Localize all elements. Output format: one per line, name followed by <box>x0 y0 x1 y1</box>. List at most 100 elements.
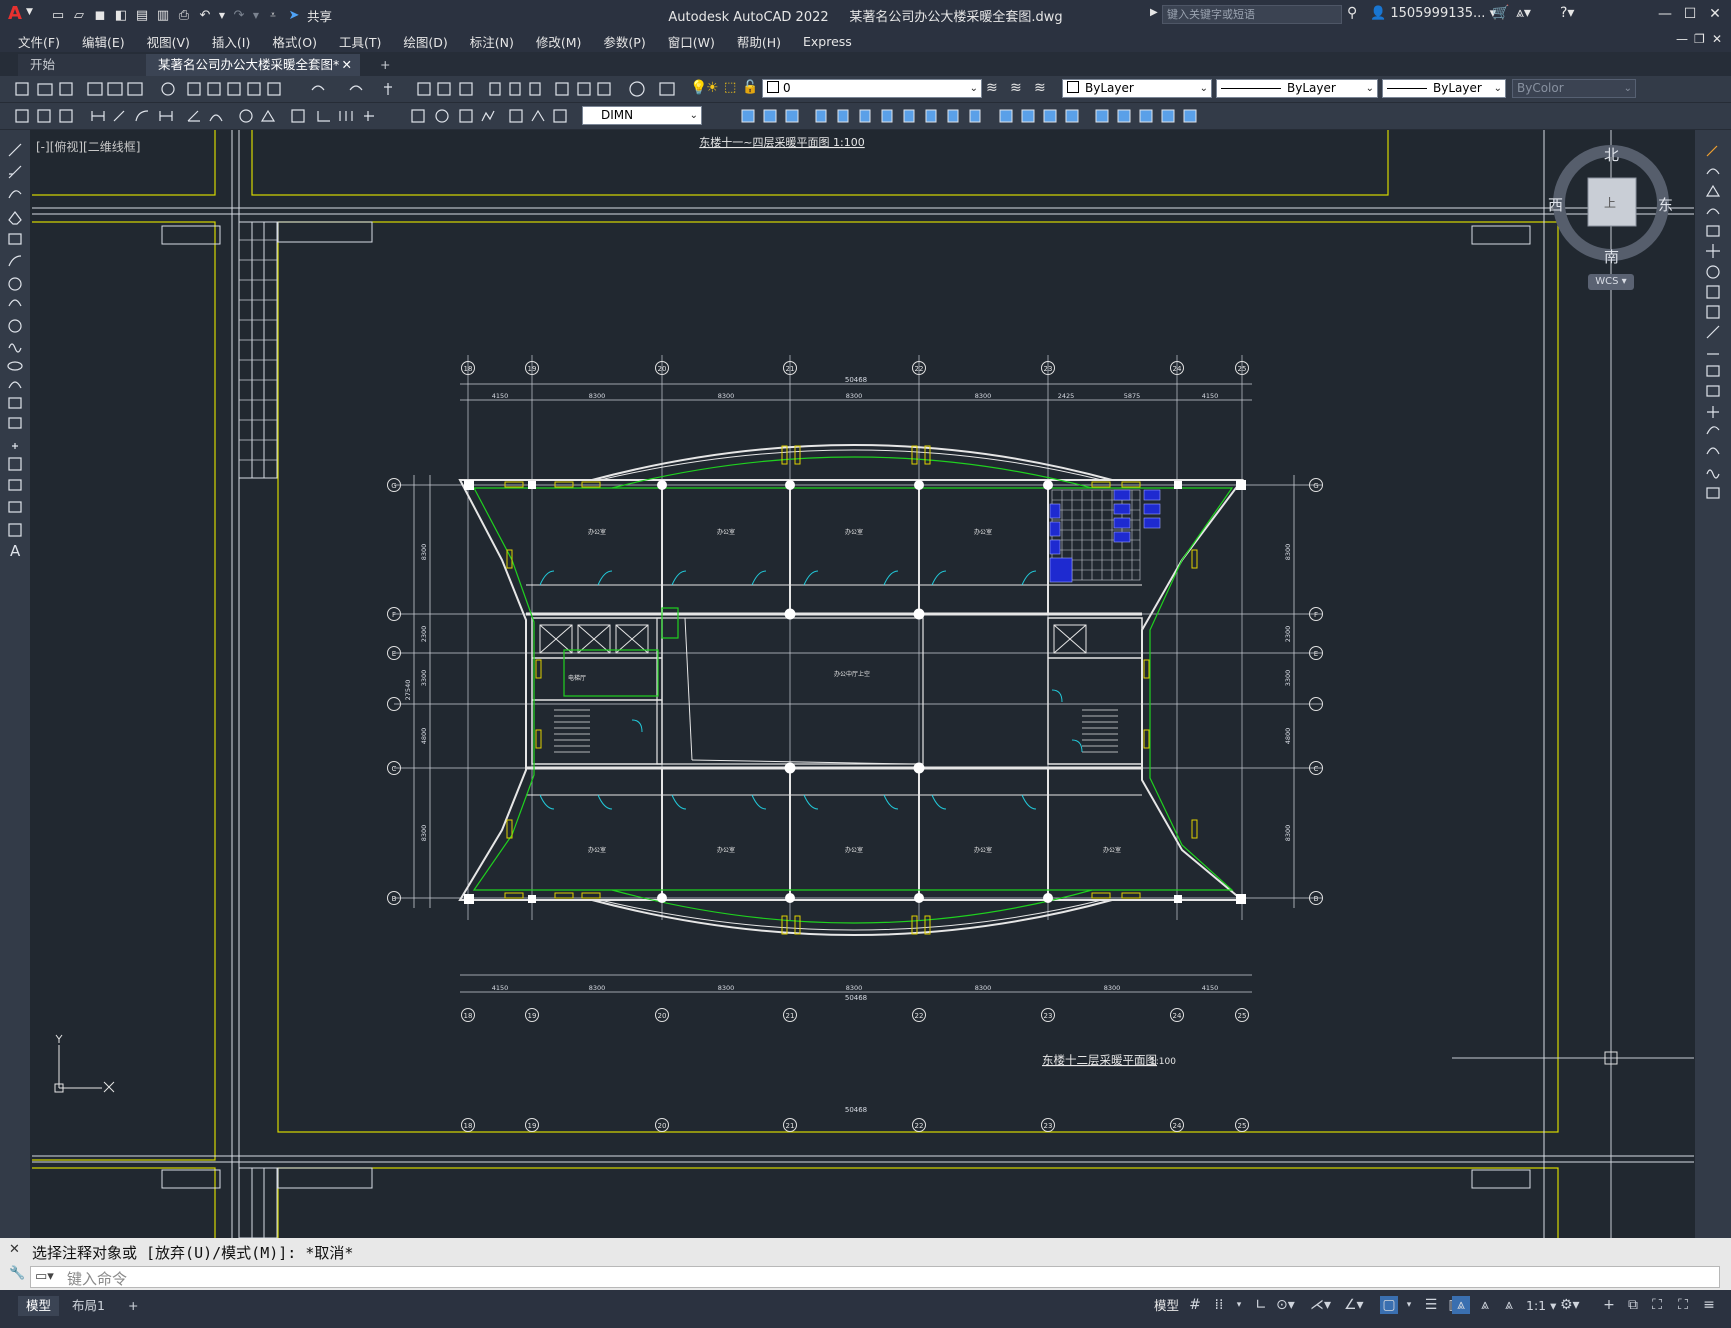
redo-dropdown-icon[interactable]: ▼ <box>252 8 260 24</box>
customize-dropdown-icon[interactable]: ⩡ <box>265 8 281 24</box>
object-snap-tracking-icon[interactable]: ∠▾ <box>1344 1296 1364 1314</box>
tab-start[interactable]: 开始 <box>18 54 146 76</box>
ucs-icon[interactable] <box>54 1034 115 1093</box>
layer-states-icon[interactable]: ≋ <box>986 80 998 96</box>
share-icon[interactable]: ➤ <box>286 8 302 24</box>
auto-scale-icon[interactable]: ⩓ <box>1476 1296 1494 1314</box>
menu-help[interactable]: 帮助(H) <box>737 32 781 51</box>
menu-modify[interactable]: 修改(M) <box>536 32 582 51</box>
lock-icon[interactable]: 🔓 <box>742 80 758 95</box>
app-menu-arrow-icon[interactable]: ▼ <box>26 7 33 17</box>
standard-toolbar-icons[interactable] <box>0 76 680 102</box>
autocad-logo[interactable]: A <box>8 3 22 24</box>
menu-insert[interactable]: 插入(I) <box>212 32 250 51</box>
linetype-dropdown[interactable]: ByLayer ⌄ <box>1216 79 1378 98</box>
viewport-controls-label[interactable]: [-][俯视][二维线框] <box>36 138 140 155</box>
wcs-dropdown[interactable]: WCS ▾ <box>1588 274 1634 290</box>
object-snap-dropdown-icon[interactable]: ▾ <box>1400 1296 1418 1314</box>
polar-icon[interactable]: ⊙▾ <box>1276 1296 1295 1314</box>
command-input[interactable]: ▭▾ 键入命令 <box>30 1266 1720 1288</box>
menu-edit[interactable]: 编辑(E) <box>82 32 125 51</box>
grid-icon[interactable]: # <box>1186 1296 1204 1314</box>
ortho-icon[interactable]: ∟ <box>1252 1296 1270 1314</box>
autodesk-app-icon[interactable]: ⩓▾ <box>1516 5 1531 21</box>
model-space-canvas[interactable]: [-][俯视][二维线框] 东楼十一~四层采暖平面图 1:100 50468 5… <box>32 130 1694 1238</box>
close-button[interactable]: ✕ <box>1704 4 1726 24</box>
save-icon[interactable]: ◼ <box>92 8 108 24</box>
lineweight-dropdown[interactable]: ByLayer ⌄ <box>1382 79 1506 98</box>
new-file-icon[interactable]: ▭ <box>50 8 66 24</box>
dimstyle-dropdown[interactable]: DIMN ⌄ <box>582 106 702 125</box>
sun-icon[interactable]: ☀ <box>706 80 719 96</box>
doc-close-button[interactable]: ✕ <box>1712 32 1722 46</box>
make-current-layer-icon[interactable]: ≋ <box>1010 80 1022 96</box>
redo-icon[interactable]: ↷ <box>231 8 247 24</box>
plus-icon[interactable]: + <box>1600 1296 1618 1314</box>
undo-dropdown-icon[interactable]: ▼ <box>218 8 226 24</box>
annotation-monitor-icon[interactable]: ⩓ <box>1500 1296 1518 1314</box>
tab-model[interactable]: 模型 <box>18 1296 60 1316</box>
viewcube[interactable]: 北 南 东 西 上 <box>1548 142 1673 267</box>
open-file-icon[interactable]: ▱ <box>71 8 87 24</box>
share-button[interactable]: 共享 <box>307 6 332 25</box>
tab-drawing[interactable]: 某著名公司办公大楼采暖全套图* ✕ <box>146 54 360 76</box>
compass-north[interactable]: 北 <box>1604 144 1619 165</box>
undo-icon[interactable]: ↶ <box>197 8 213 24</box>
compass-west[interactable]: 西 <box>1548 194 1563 215</box>
close-icon[interactable]: ✕ <box>9 1242 20 1257</box>
menu-parametric[interactable]: 参数(P) <box>603 32 645 51</box>
customize-icon[interactable]: 🔧 <box>9 1266 25 1281</box>
freeze-icon[interactable]: ⬚ <box>724 80 736 95</box>
add-layout-button[interactable]: + <box>120 1296 146 1316</box>
menu-view[interactable]: 视图(V) <box>147 32 190 51</box>
help-icon[interactable]: ?▾ <box>1560 5 1574 21</box>
cart-icon[interactable]: 🛒 <box>1492 5 1509 21</box>
gear-icon[interactable]: ⚙▾ <box>1560 1296 1580 1314</box>
search-expand-icon[interactable]: ▶ <box>1150 7 1158 18</box>
tab-close-icon[interactable]: ✕ <box>342 54 352 76</box>
maximize-button[interactable]: ☐ <box>1679 4 1701 24</box>
menu-format[interactable]: 格式(O) <box>272 32 317 51</box>
layer-previous-icon[interactable]: ≋ <box>1034 80 1046 96</box>
modify-tool-icons[interactable] <box>1695 130 1731 550</box>
web-save-icon[interactable]: ▤ <box>134 8 150 24</box>
dimension-toolbar-icons[interactable] <box>0 103 580 129</box>
doc-restore-button[interactable]: ❐ <box>1694 32 1705 46</box>
model-space-button[interactable]: 模型 <box>1146 1296 1187 1316</box>
user-account[interactable]: 👤 1505999135... ▾ <box>1370 6 1496 21</box>
modify-toolbar-icons[interactable] <box>704 103 1224 129</box>
save-as-icon[interactable]: ◧ <box>113 8 129 24</box>
clean-screen-icon[interactable]: ⛶ <box>1674 1296 1692 1314</box>
minimize-button[interactable]: — <box>1654 4 1676 24</box>
object-snap-icon[interactable]: ▢ <box>1380 1296 1398 1314</box>
lightbulb-icon[interactable]: 💡 <box>690 80 707 96</box>
search-icon[interactable]: ⚲ <box>1347 5 1357 21</box>
menu-tools[interactable]: 工具(T) <box>339 32 381 51</box>
tab-layout1[interactable]: 布局1 <box>64 1296 113 1316</box>
open-web-icon[interactable]: ▥ <box>155 8 171 24</box>
menu-dimension[interactable]: 标注(N) <box>470 32 514 51</box>
new-tab-button[interactable]: + <box>368 54 402 76</box>
text-tool-icon[interactable]: A <box>10 542 21 560</box>
help-search-input[interactable]: 键入关键字或短语 <box>1162 5 1342 24</box>
isodraft-icon[interactable]: ⋌▾ <box>1310 1296 1331 1314</box>
isolate-objects-icon[interactable]: ⧉ <box>1624 1296 1642 1314</box>
color-dropdown[interactable]: ByLayer ⌄ <box>1062 79 1212 98</box>
snap-dropdown-icon[interactable]: ▾ <box>1230 1296 1248 1314</box>
snap-icon[interactable]: ⁞⁞ <box>1210 1296 1228 1314</box>
plotstyle-dropdown[interactable]: ByColor ⌄ <box>1512 79 1636 98</box>
plot-icon[interactable]: ⎙ <box>176 8 192 24</box>
draw-tool-icons[interactable]: A <box>0 130 30 590</box>
annotation-scale-icon[interactable]: ⩓ <box>1452 1296 1470 1314</box>
menu-window[interactable]: 窗口(W) <box>668 32 715 51</box>
customization-icon[interactable]: ≡ <box>1700 1296 1718 1314</box>
annotation-scale-dropdown[interactable]: 1:1 ▾ <box>1518 1296 1564 1316</box>
compass-south[interactable]: 南 <box>1604 246 1619 267</box>
compass-east[interactable]: 东 <box>1658 194 1673 215</box>
command-prompt-icon[interactable]: ▭▾ <box>35 1269 54 1284</box>
menu-file[interactable]: 文件(F) <box>18 32 60 51</box>
doc-minimize-button[interactable]: — <box>1676 32 1688 46</box>
hardware-acceleration-icon[interactable]: ⛶ <box>1648 1296 1666 1314</box>
lineweight-icon[interactable]: ☰ <box>1422 1296 1440 1314</box>
layer-dropdown[interactable]: 0 ⌄ <box>762 79 982 98</box>
